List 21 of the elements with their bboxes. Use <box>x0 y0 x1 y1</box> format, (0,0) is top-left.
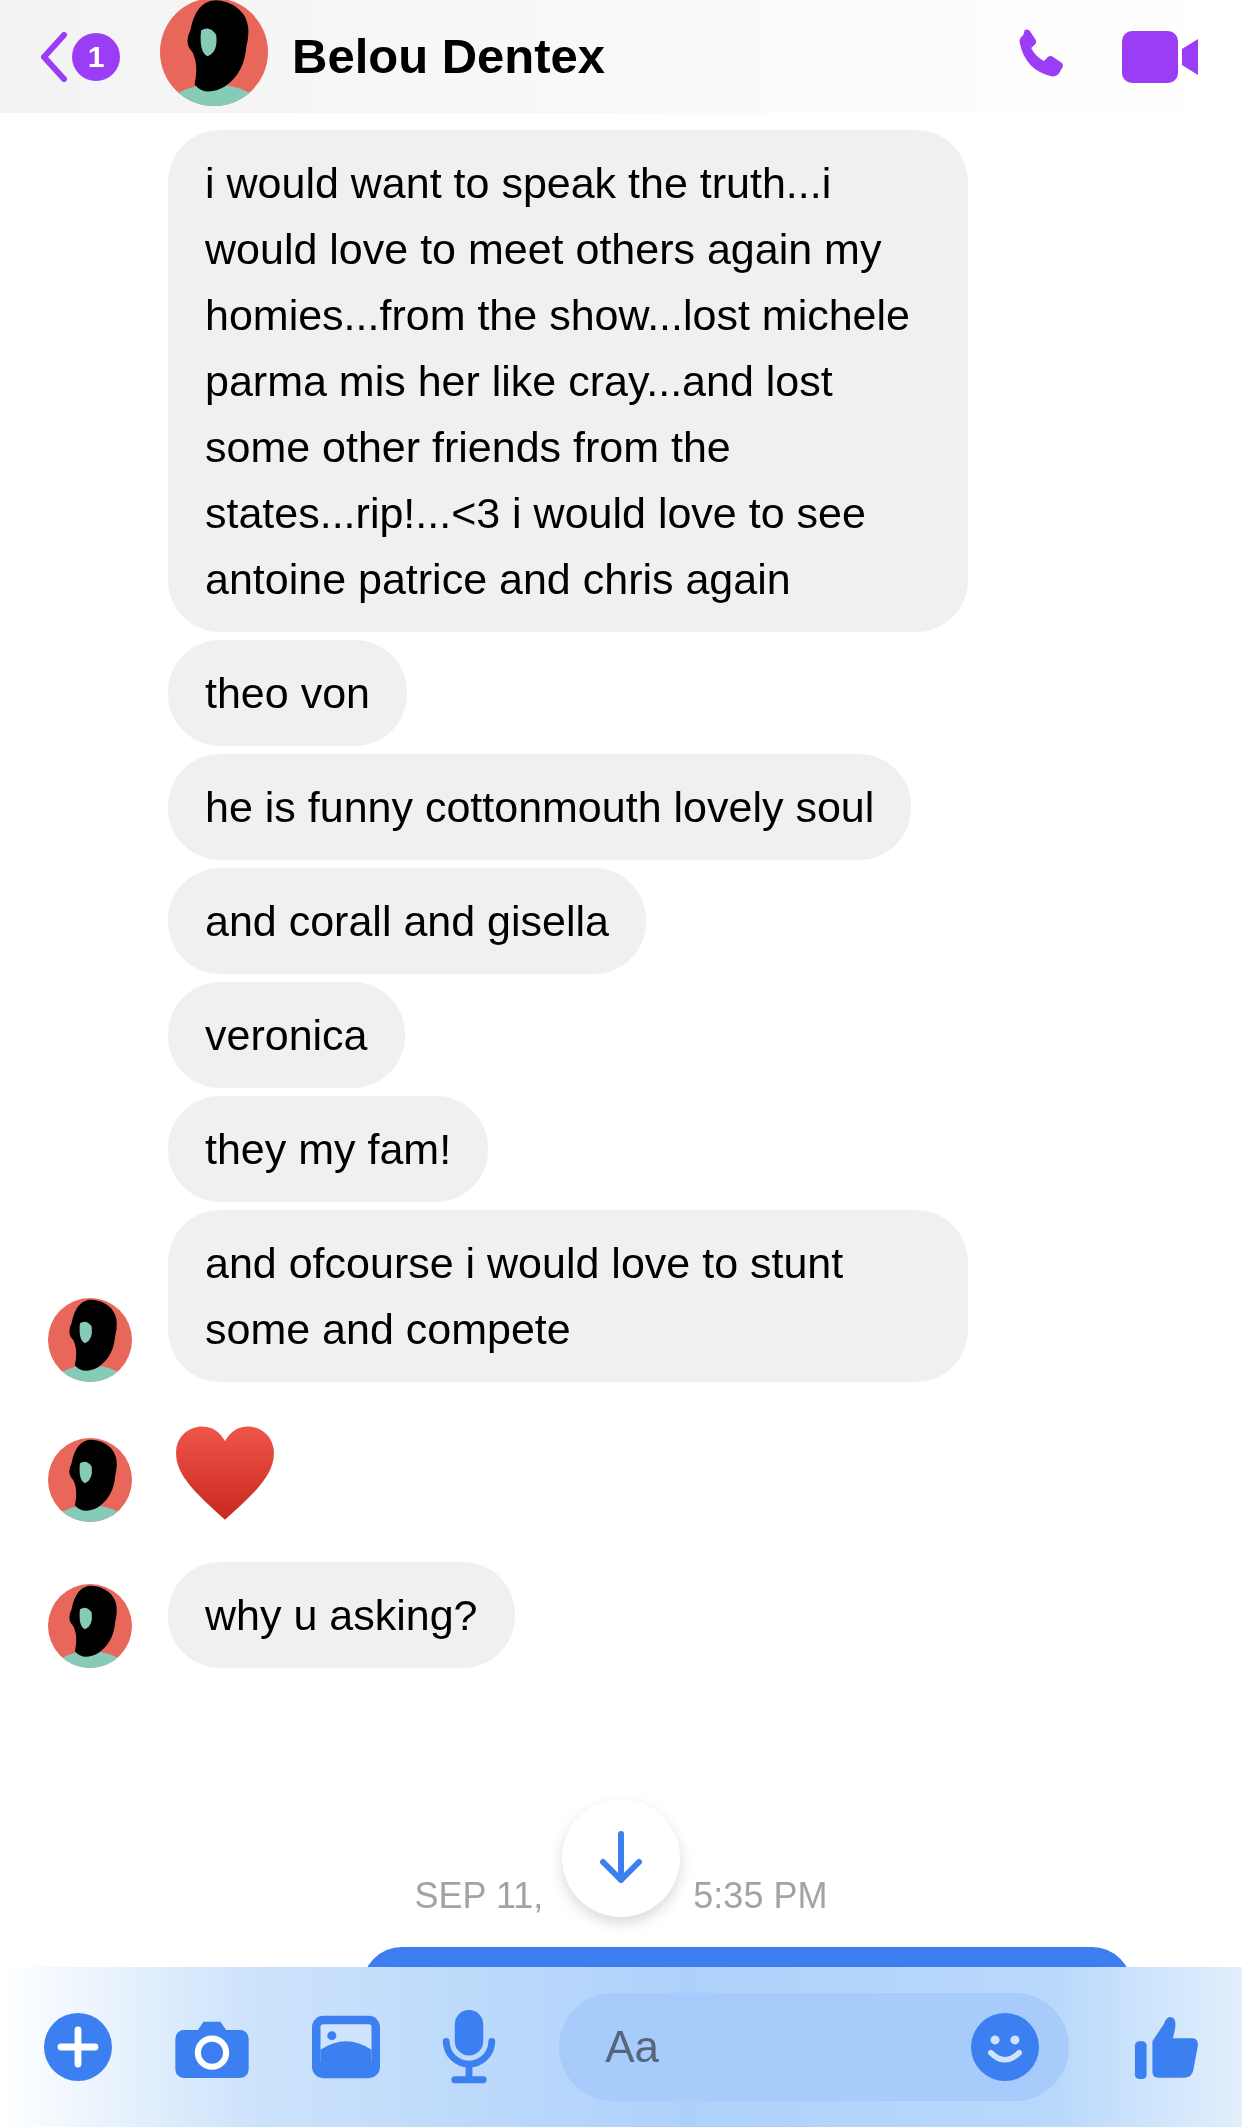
message-bubble: they my fam! <box>168 1096 489 1202</box>
message-bubble: he is funny cottonmouth lovely soul <box>168 754 912 860</box>
microphone-icon[interactable] <box>442 2010 497 2084</box>
image-icon[interactable] <box>311 2015 380 2079</box>
message-bubble: why u asking? <box>168 1562 515 1668</box>
down-arrow-icon <box>599 1830 643 1886</box>
contact-name: Belou Dentex <box>292 27 606 85</box>
message-bubble: theo von <box>168 640 407 746</box>
message-bubble: i would want to speak the truth...i would love to meet others again my homies...from the show...lost michele parma mis her like cray...and lost some other friends from the states...rip!...<3 i would love to see antoine patrice and chris again <box>168 130 968 632</box>
message-bubble: veronica <box>168 982 405 1088</box>
message-bubble: and ofcourse i would love to stunt some and compete <box>168 1210 968 1382</box>
smiley-icon[interactable] <box>971 2013 1040 2081</box>
back-button[interactable]: 1 <box>38 30 120 83</box>
timestamp: SEP 11, <box>414 1874 544 1918</box>
composer-field[interactable]: Aa <box>559 1993 1070 2101</box>
add-icon[interactable] <box>44 2013 112 2081</box>
message-input-field[interactable]: Aa <box>603 2013 904 2081</box>
unread-count-badge: 1 <box>72 32 120 81</box>
timestamp: 5:35 PM <box>693 1874 828 1918</box>
back-chevron-icon <box>38 30 68 83</box>
message-bubble: and corall and gisella <box>168 868 646 974</box>
